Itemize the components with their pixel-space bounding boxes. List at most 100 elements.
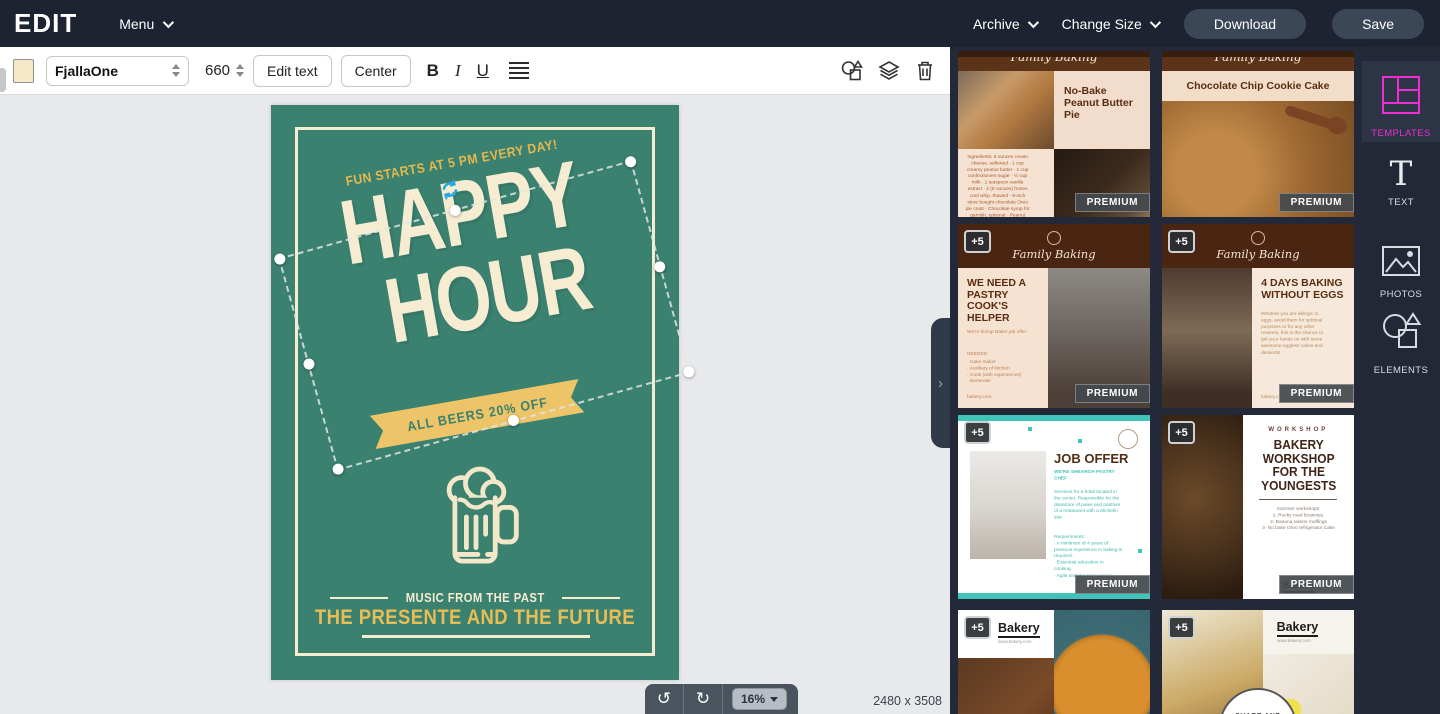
canvas-dimensions: 2480 x 3508: [873, 694, 942, 708]
zoom-toolbar: ↺ ↻ 16%: [645, 684, 798, 714]
selection-handle[interactable]: [331, 462, 345, 476]
archive-dropdown[interactable]: Archive: [973, 16, 1036, 32]
italic-button[interactable]: I: [455, 61, 461, 81]
template-card-job-offer[interactable]: JOB OFFER WE'RE SHEARCH PASTRY CHEF Serv…: [958, 415, 1150, 599]
more-templates-badge: +5: [964, 421, 991, 444]
poster-footer-large: THE PRESENTE AND THE FUTURE: [271, 606, 679, 630]
template-needed-label: NEEDED: [967, 351, 1026, 357]
font-family-value: FjallaOne: [55, 63, 172, 79]
workspace: FUN STARTS AT 5 PM EVERY DAY! HAPPY HOUR…: [0, 95, 950, 714]
template-title: BAKERY WORKSHOP FOR THE YOUNGESTS: [1254, 438, 1342, 493]
edit-text-button[interactable]: Edit text: [253, 55, 332, 87]
template-needed-list: · Cake maker · Auxiliary of kitchen · Co…: [967, 359, 1026, 385]
template-ingredients: Ingredients: 8 ounces cream cheese, soft…: [964, 154, 1031, 217]
chevron-down-icon: [1027, 16, 1038, 27]
selection-handle[interactable]: [653, 260, 667, 274]
save-button[interactable]: Save: [1332, 9, 1424, 39]
poster-footer-small-text: MUSIC FROM THE PAST: [406, 591, 545, 605]
tab-photos[interactable]: PHOTOS: [1362, 231, 1440, 297]
download-button[interactable]: Download: [1184, 9, 1306, 39]
font-size-stepper[interactable]: 660: [205, 62, 244, 79]
template-script-title: Family Baking: [1216, 247, 1299, 261]
change-size-label: Change Size: [1062, 16, 1142, 32]
more-templates-badge: +5: [1168, 230, 1195, 253]
zoom-level-value: 16%: [741, 692, 765, 706]
premium-badge: PREMIUM: [1075, 575, 1150, 594]
templates-grid-icon: [1380, 74, 1422, 121]
tab-text[interactable]: T TEXT: [1362, 150, 1440, 216]
trash-icon[interactable]: [914, 59, 936, 82]
template-logo: Bakery: [1277, 620, 1319, 637]
format-toolbar: FjallaOne 660 Edit text Center B I U: [0, 47, 950, 95]
template-script-title: Family Baking: [958, 57, 1150, 64]
font-stepper-icon: [172, 64, 180, 77]
template-card-bakery-workshop[interactable]: WORKSHOP BAKERY WORKSHOP FOR THE YOUNGES…: [1162, 415, 1354, 599]
more-templates-badge: +5: [964, 230, 991, 253]
top-bar: EDIT Menu Archive Change Size Download S…: [0, 0, 1440, 47]
menu-label: Menu: [119, 16, 154, 32]
bakery-logo-icon: [1251, 231, 1265, 245]
font-family-select[interactable]: FjallaOne: [46, 56, 189, 86]
premium-badge: PREMIUM: [1279, 193, 1354, 212]
tab-templates[interactable]: TEMPLATES: [1362, 61, 1440, 142]
more-templates-badge: +5: [1168, 421, 1195, 444]
undo-button[interactable]: ↺: [645, 684, 683, 714]
change-size-dropdown[interactable]: Change Size: [1062, 16, 1158, 32]
template-footer: send your cv : bakery@mail.com: [1054, 594, 1123, 599]
template-script-title: Family Baking: [1162, 57, 1354, 64]
panel-collapse-handle[interactable]: ›: [931, 318, 950, 448]
template-url: www.bakery.com: [1277, 639, 1335, 644]
template-card-cookie-cake[interactable]: Family Baking Chocolate Chip Cookie Cake…: [1162, 51, 1354, 217]
tab-elements[interactable]: ELEMENTS: [1362, 299, 1440, 375]
left-panel-handle[interactable]: [0, 68, 6, 92]
text-color-swatch[interactable]: [13, 59, 34, 83]
template-card-baking-without-eggs[interactable]: Family Baking 4 DAYS BAKING WITHOUT EGGS…: [1162, 224, 1354, 408]
zoom-level-dropdown[interactable]: 16%: [732, 688, 787, 710]
template-photo: [1162, 268, 1252, 408]
template-logo: Bakery: [998, 621, 1040, 638]
template-url: bakery.com: [967, 394, 1026, 400]
premium-badge: PREMIUM: [1279, 575, 1354, 594]
underline-button[interactable]: U: [477, 61, 489, 81]
template-card-bakery-cakes[interactable]: Bakery www.bakery.com +5: [958, 610, 1150, 714]
template-requirements: Requeriments: · A minimum of 4 years of …: [1054, 534, 1123, 579]
layers-icon[interactable]: [877, 59, 901, 83]
template-kicker: WORKSHOP: [1268, 427, 1328, 433]
app-logo: EDIT: [14, 8, 77, 39]
chevron-down-icon: [770, 697, 778, 702]
template-body: Summer workshops: 1- Rocky road brownies…: [1262, 506, 1335, 532]
poster-footer-small: MUSIC FROM THE PAST: [271, 591, 679, 605]
beer-mug-icon: [428, 461, 524, 578]
template-photo: [958, 71, 1054, 149]
template-card-pastry-helper[interactable]: Family Baking WE NEED A PASTRY COOK'S HE…: [958, 224, 1150, 408]
design-canvas[interactable]: FUN STARTS AT 5 PM EVERY DAY! HAPPY HOUR…: [271, 105, 679, 680]
template-title: 4 DAYS BAKING WITHOUT EGGS: [1261, 278, 1346, 301]
template-subtitle: We're hiring! Baker job offer: [967, 329, 1026, 335]
template-script-title: Family Baking: [1012, 247, 1095, 261]
menu-button[interactable]: Menu: [119, 16, 171, 32]
poster-ribbon: ALL BEERS 20% OFF: [370, 379, 585, 449]
align-button[interactable]: Center: [341, 55, 411, 87]
selection-handle[interactable]: [624, 155, 638, 169]
bold-button[interactable]: B: [427, 61, 439, 81]
font-size-value: 660: [205, 62, 230, 79]
template-photo: [958, 658, 1054, 714]
template-photo: [970, 451, 1046, 559]
elements-icon: [1379, 309, 1423, 358]
selection-handle[interactable]: [273, 252, 287, 266]
template-card-share-and-enjoy[interactable]: Bakery www.bakery.com SHARE AND ENJOY IN…: [1162, 610, 1354, 714]
chevron-down-icon: [163, 16, 174, 27]
more-templates-badge: +5: [1168, 616, 1195, 639]
more-templates-badge: +5: [964, 616, 991, 639]
template-card-peanut-pie[interactable]: Family Baking No-Bake Peanut Butter Pie …: [958, 51, 1150, 217]
text-icon: T: [1390, 158, 1413, 190]
right-tab-bar: TEMPLATES T TEXT PHOTOS ELEMENTS: [1362, 47, 1440, 714]
bakery-logo-icon: [1047, 231, 1061, 245]
template-url: www.bakery.com: [998, 640, 1040, 645]
poster-title-group: FUN STARTS AT 5 PM EVERY DAY! HAPPY HOUR: [282, 125, 649, 368]
shapes-icon[interactable]: [840, 59, 864, 83]
redo-button[interactable]: ↻: [684, 684, 722, 714]
poster-ribbon-text: ALL BEERS 20% OFF: [406, 394, 549, 433]
line-spacing-icon[interactable]: [509, 62, 529, 79]
selection-handle[interactable]: [682, 365, 696, 379]
